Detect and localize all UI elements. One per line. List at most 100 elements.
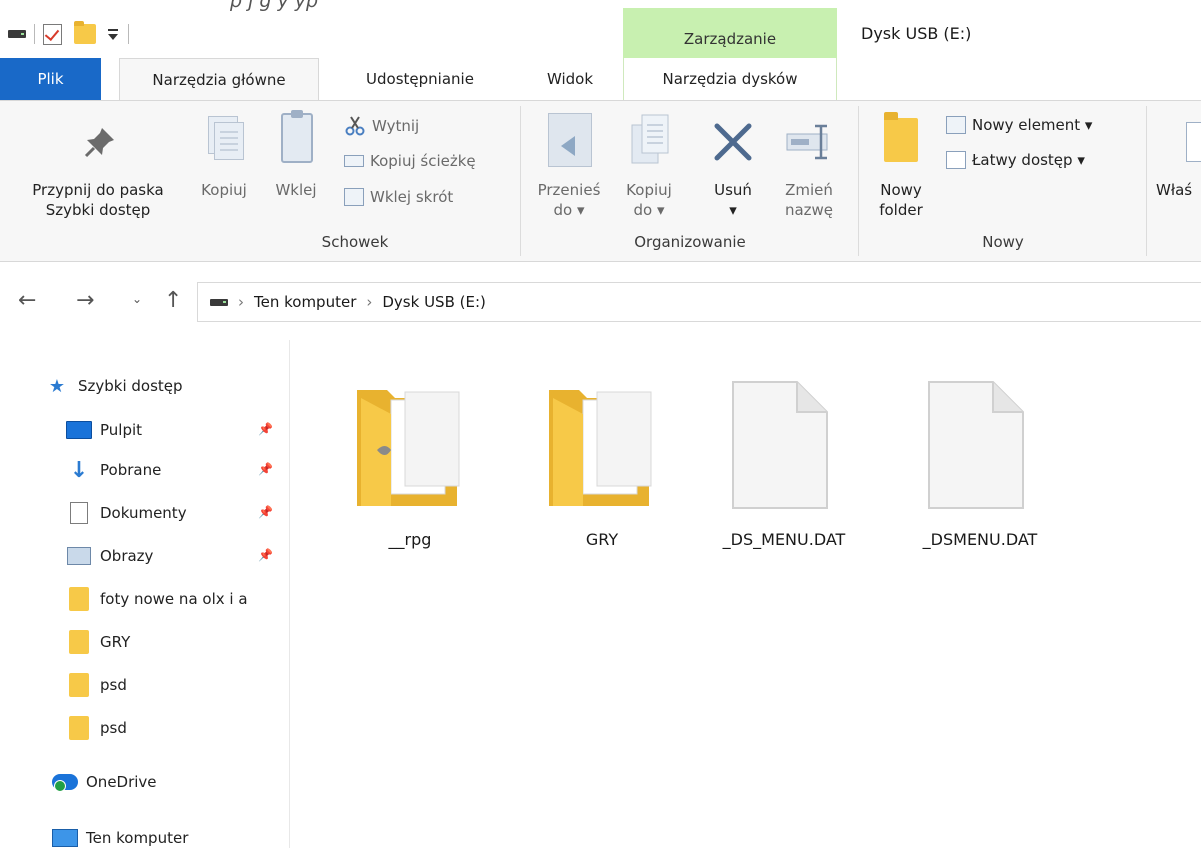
new-item-icon (946, 116, 966, 134)
pin-icon (84, 128, 114, 158)
tab-view[interactable]: Widok (520, 58, 620, 100)
tree-item-this-pc[interactable]: Ten komputer (0, 820, 290, 848)
up-arrow-icon[interactable]: ↑ (164, 288, 182, 313)
tree-item-folder[interactable]: foty nowe na olx i a (0, 581, 290, 617)
file-item-folder[interactable]: GRY (527, 360, 677, 560)
folder-icon (66, 630, 92, 654)
copy-to-icon (631, 114, 669, 164)
paste-shortcut-button[interactable]: Wklej skrót (344, 188, 453, 206)
pin-label-line1: Przypnij do paska (32, 181, 164, 199)
file-name: __rpg (388, 530, 432, 549)
qat-separator (128, 24, 129, 44)
easy-access-label: Łatwy dostęp ▾ (972, 151, 1085, 169)
pin-icon: 📌 (258, 505, 273, 519)
drive-icon (210, 298, 228, 306)
customize-qat-icon[interactable] (106, 21, 120, 47)
tree-item-label: psd (100, 719, 127, 737)
pin-icon: 📌 (258, 462, 273, 476)
paste-button[interactable]: Wklej (268, 180, 324, 200)
context-tab-group: Zarządzanie (623, 8, 837, 58)
tree-item-documents[interactable]: Dokumenty 📌 (0, 495, 290, 531)
new-item-button[interactable]: Nowy element ▾ (946, 116, 1092, 134)
context-group-label: Zarządzanie (683, 30, 777, 48)
recent-locations-chevron-icon[interactable]: ⌄ (132, 292, 142, 306)
copy-path-button[interactable]: Kopiuj ścieżkę (344, 152, 476, 170)
tab-file[interactable]: Plik (0, 58, 101, 100)
tree-item-folder[interactable]: psd (0, 710, 290, 746)
rename-button[interactable]: Zmień nazwę (774, 180, 844, 220)
tree-item-desktop[interactable]: Pulpit 📌 (0, 412, 290, 448)
tree-item-pictures[interactable]: Obrazy 📌 (0, 538, 290, 574)
pin-to-quick-access-button[interactable]: Przypnij do paska Szybki dostęp (8, 180, 188, 220)
delete-button[interactable]: Usuń ▾ (700, 180, 766, 220)
tree-item-downloads[interactable]: ↓ Pobrane 📌 (0, 452, 290, 488)
rename-icon (786, 124, 828, 160)
properties-icon[interactable] (43, 21, 62, 47)
rename-label-line1: Zmień (785, 181, 833, 199)
delete-label-line1: Usuń (714, 181, 752, 199)
forward-arrow-icon[interactable]: → (76, 288, 94, 313)
breadcrumb-this-pc[interactable]: Ten komputer (254, 293, 356, 311)
tree-item-onedrive[interactable]: OneDrive (0, 764, 290, 800)
new-item-label: Nowy element ▾ (972, 116, 1093, 134)
tree-item-label: psd (100, 676, 127, 694)
move-to-button[interactable]: Przenieś do ▾ (532, 180, 606, 220)
tree-item-label: Pobrane (100, 461, 162, 479)
tree-item-label: Szybki dostęp (78, 377, 183, 395)
tab-home[interactable]: Narzędzia główne (119, 58, 319, 101)
tab-share[interactable]: Udostępnianie (335, 58, 505, 100)
navigation-pane: ★ Szybki dostęp Pulpit 📌 ↓ Pobrane 📌 Dok… (0, 340, 290, 848)
file-item-file[interactable]: _DS_MENU.DAT (709, 360, 859, 560)
folder-icon (66, 587, 92, 611)
chevron-right-icon[interactable]: › (238, 293, 244, 311)
pin-label-line2: Szybki dostęp (45, 201, 151, 219)
file-item-folder[interactable]: __rpg (335, 360, 485, 560)
tree-item-label: Pulpit (100, 421, 143, 439)
desktop-icon (66, 419, 92, 441)
drive-icon[interactable] (8, 21, 26, 47)
tab-disk-tools[interactable]: Narzędzia dysków (623, 58, 837, 100)
copy-to-label-line2: do ▾ (633, 201, 665, 219)
move-to-icon (548, 113, 592, 167)
cut-label: Wytnij (372, 117, 420, 135)
easy-access-icon (946, 151, 966, 169)
folder-icon (549, 390, 652, 506)
delete-icon (714, 123, 752, 161)
copy-button[interactable]: Kopiuj (193, 180, 255, 200)
group-label-organize: Organizowanie (634, 233, 746, 251)
paste-shortcut-icon (344, 188, 364, 206)
tree-item-folder[interactable]: psd (0, 667, 290, 703)
easy-access-button[interactable]: Łatwy dostęp ▾ (946, 151, 1085, 169)
folder-icon (66, 716, 92, 740)
file-icon (928, 381, 1024, 509)
file-name: _DS_MENU.DAT (722, 530, 846, 549)
copy-icon-back (214, 122, 244, 160)
new-folder-label-line1: Nowy (880, 181, 922, 199)
title-bar: p j g y yp Zarządzanie Dysk USB (E:) (0, 0, 1201, 58)
tree-item-label: OneDrive (86, 773, 157, 791)
onedrive-icon (52, 771, 78, 793)
new-folder-button[interactable]: Nowy folder (870, 180, 932, 220)
file-name: GRY (585, 530, 619, 549)
breadcrumb-usb-drive[interactable]: Dysk USB (E:) (382, 293, 486, 311)
qat-separator (34, 24, 35, 44)
group-separator (520, 106, 521, 256)
tree-item-folder[interactable]: GRY (0, 624, 290, 660)
pictures-icon (66, 545, 92, 567)
pin-icon: 📌 (258, 548, 273, 562)
back-arrow-icon[interactable]: ← (18, 288, 36, 313)
copy-to-button[interactable]: Kopiuj do ▾ (614, 180, 684, 220)
pin-icon: 📌 (258, 422, 273, 436)
properties-button[interactable]: Właś (1156, 180, 1201, 200)
new-folder-icon[interactable] (74, 21, 96, 47)
file-item-file[interactable]: _DSMENU.DAT (905, 360, 1055, 560)
address-bar[interactable]: › Ten komputer › Dysk USB (E:) (197, 282, 1201, 322)
tree-item-quick-access[interactable]: ★ Szybki dostęp (0, 368, 290, 404)
tree-item-label: Ten komputer (86, 829, 189, 847)
move-to-label-line2: do ▾ (553, 201, 585, 219)
new-folder-icon (884, 112, 918, 162)
chevron-right-icon[interactable]: › (366, 293, 372, 311)
properties-icon (1186, 122, 1201, 162)
group-separator (1146, 106, 1147, 256)
cut-button[interactable]: Wytnij (344, 115, 419, 137)
